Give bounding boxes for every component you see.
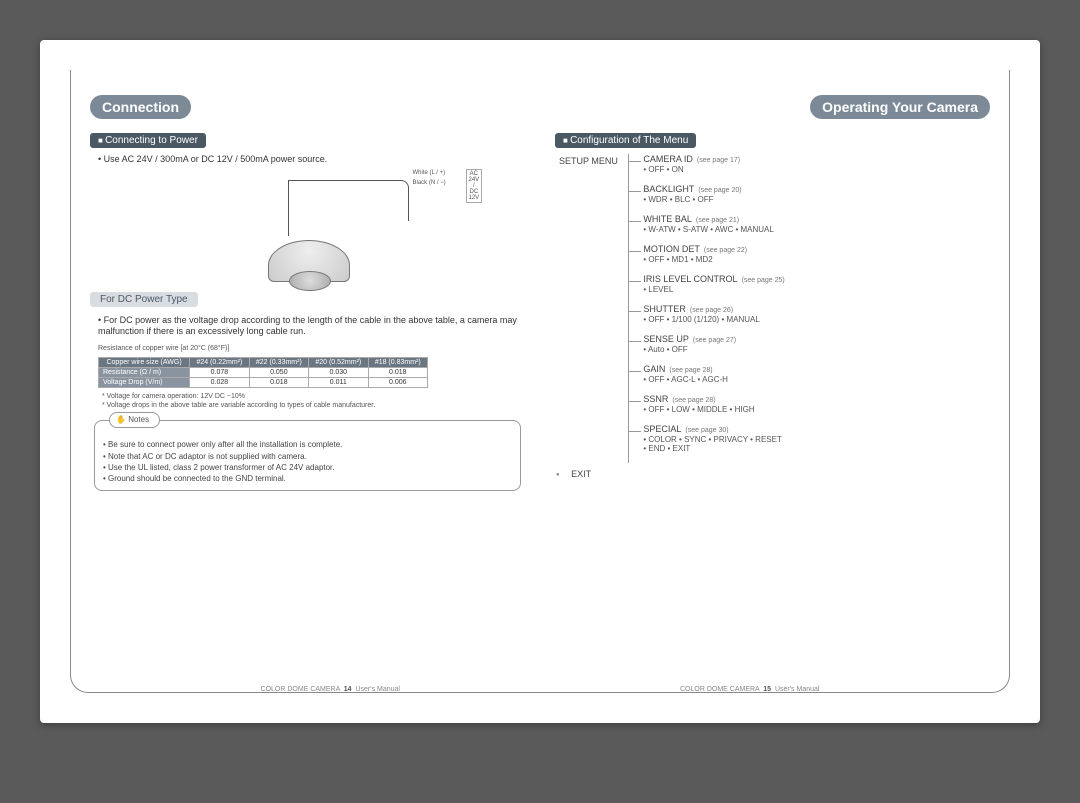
footer-label: User's Manual	[775, 686, 820, 693]
menu-item-options: • LEVEL	[643, 285, 784, 294]
wire-label-white: White (L / +)	[413, 170, 446, 176]
menu-tree-item: GAIN(see page 28)• OFF • AGC-L • AGC-H	[643, 364, 784, 384]
menu-item-title: SPECIAL(see page 30)	[643, 424, 784, 434]
menu-tree-item: SENSE UP(see page 27)• Auto • OFF	[643, 334, 784, 354]
th: #18 (0.83mm²)	[368, 358, 427, 368]
footnote-2: * Voltage drops in the above table are v…	[102, 401, 525, 410]
wire-label-black: Black (N / −)	[413, 180, 446, 186]
footer-product: COLOR DOME CAMERA	[680, 686, 759, 693]
footer-page-num: 15	[763, 686, 771, 693]
subheader-dc-power: For DC Power Type	[90, 292, 198, 307]
menu-tree-item: BACKLIGHT(see page 20)• WDR • BLC • OFF	[643, 184, 784, 204]
menu-item-options: • Auto • OFF	[643, 345, 784, 354]
menu-item-title: MOTION DET(see page 22)	[643, 244, 784, 254]
menu-item-options: • OFF • MD1 • MD2	[643, 255, 784, 264]
note-item: • Note that AC or DC adaptor is not supp…	[103, 451, 512, 462]
menu-item-page-ref: (see page 26)	[690, 307, 733, 314]
menu-item-options: • OFF • LOW • MIDDLE • HIGH	[643, 405, 784, 414]
menu-item-title: WHITE BAL(see page 21)	[643, 214, 784, 224]
left-page: Connection Connecting to Power • Use AC …	[90, 95, 525, 668]
page-footers: COLOR DOME CAMERA 14 User's Manual COLOR…	[40, 686, 1040, 693]
menu-item-page-ref: (see page 20)	[698, 187, 741, 194]
row-label: Resistance (Ω / m)	[99, 368, 190, 378]
footer-label: User's Manual	[355, 686, 400, 693]
menu-item-options: • COLOR • SYNC • PRIVACY • RESET • END •…	[643, 435, 784, 453]
menu-item-page-ref: (see page 30)	[685, 427, 728, 434]
menu-tree-items: CAMERA ID(see page 17)• OFF • ON BACKLIGH…	[628, 154, 784, 463]
spread-columns: Connection Connecting to Power • Use AC …	[90, 95, 990, 668]
cell: 0.006	[368, 378, 427, 388]
note-item: • Use the UL listed, class 2 power trans…	[103, 462, 512, 473]
cell: 0.050	[249, 368, 308, 378]
footnote-1: * Voltage for camera operation: 12V DC −…	[102, 392, 525, 401]
menu-tree-item: CAMERA ID(see page 17)• OFF • ON	[643, 154, 784, 174]
menu-item-title: SSNR(see page 28)	[643, 394, 784, 404]
menu-item-page-ref: (see page 25)	[742, 277, 785, 284]
menu-item-options: • W-ATW • S-ATW • AWC • MANUAL	[643, 225, 784, 234]
th: #20 (0.52mm²)	[309, 358, 368, 368]
menu-item-options: • OFF • 1/100 (1/120) • MANUAL	[643, 315, 784, 324]
menu-exit-row: EXIT	[559, 469, 990, 479]
power-spec-text: • Use AC 24V / 300mA or DC 12V / 500mA p…	[98, 154, 525, 166]
menu-tree-item: MOTION DET(see page 22)• OFF • MD1 • MD2	[643, 244, 784, 264]
manual-spread: Connection Connecting to Power • Use AC …	[40, 40, 1040, 723]
cell: 0.018	[249, 378, 308, 388]
th: #22 (0.33mm²)	[249, 358, 308, 368]
section-menu-config: Configuration of The Menu	[555, 133, 696, 148]
table-header-row: Copper wire size (AWG) #24 (0.22mm²) #22…	[99, 358, 428, 368]
cell: 0.030	[309, 368, 368, 378]
right-footer: COLOR DOME CAMERA 15 User's Manual	[680, 686, 819, 693]
notes-tab-label: Notes	[109, 412, 160, 427]
menu-tree-item: SPECIAL(see page 30)• COLOR • SYNC • PRI…	[643, 424, 784, 453]
section-connecting-power: Connecting to Power	[90, 133, 206, 148]
footer-product: COLOR DOME CAMERA	[261, 686, 340, 693]
cell: 0.011	[309, 378, 368, 388]
menu-item-options: • OFF • AGC-L • AGC-H	[643, 375, 784, 384]
menu-tree-item: SSNR(see page 28)• OFF • LOW • MIDDLE • …	[643, 394, 784, 414]
cell: 0.078	[190, 368, 249, 378]
row-label: Voltage Drop (V/m)	[99, 378, 190, 388]
th: Copper wire size (AWG)	[99, 358, 190, 368]
note-item: • Be sure to connect power only after al…	[103, 439, 512, 450]
right-page: Operating Your Camera Configuration of T…	[555, 95, 990, 668]
right-page-title: Operating Your Camera	[810, 95, 990, 119]
menu-tree-item: IRIS LEVEL CONTROL(see page 25)• LEVEL	[643, 274, 784, 294]
menu-item-title: SENSE UP(see page 27)	[643, 334, 784, 344]
menu-item-options: • WDR • BLC • OFF	[643, 195, 784, 204]
dome-camera-icon	[268, 240, 350, 282]
table-row: Voltage Drop (V/m) 0.028 0.018 0.011 0.0…	[99, 378, 428, 388]
menu-item-title: SHUTTER(see page 26)	[643, 304, 784, 314]
cell: 0.028	[190, 378, 249, 388]
menu-root-label: SETUP MENU	[559, 154, 618, 166]
menu-tree-item: WHITE BAL(see page 21)• W-ATW • S-ATW • …	[643, 214, 784, 234]
menu-item-page-ref: (see page 21)	[696, 217, 739, 224]
menu-item-title: CAMERA ID(see page 17)	[643, 154, 784, 164]
note-item: • Ground should be connected to the GND …	[103, 473, 512, 484]
left-footer: COLOR DOME CAMERA 14 User's Manual	[261, 686, 400, 693]
menu-exit-label: EXIT	[571, 469, 591, 479]
menu-item-page-ref: (see page 17)	[697, 157, 740, 164]
notes-box: Notes • Be sure to connect power only af…	[94, 420, 521, 491]
menu-item-page-ref: (see page 22)	[704, 247, 747, 254]
menu-item-page-ref: (see page 28)	[672, 397, 715, 404]
footer-page-num: 14	[344, 686, 352, 693]
left-page-title: Connection	[90, 95, 191, 119]
cell: 0.018	[368, 368, 427, 378]
dc-power-text: • For DC power as the voltage drop accor…	[98, 315, 525, 338]
menu-item-title: BACKLIGHT(see page 20)	[643, 184, 784, 194]
menu-item-page-ref: (see page 28)	[669, 367, 712, 374]
table-row: Resistance (Ω / m) 0.078 0.050 0.030 0.0…	[99, 368, 428, 378]
wire-table-caption: Resistance of copper wire [at 20°C (68°F…	[98, 344, 525, 353]
menu-item-options: • OFF • ON	[643, 165, 784, 174]
cable-line	[288, 180, 409, 221]
menu-tree: SETUP MENU CAMERA ID(see page 17)• OFF •…	[559, 154, 990, 479]
menu-item-page-ref: (see page 27)	[693, 337, 736, 344]
wire-resistance-table: Copper wire size (AWG) #24 (0.22mm²) #22…	[98, 357, 428, 388]
menu-item-title: GAIN(see page 28)	[643, 364, 784, 374]
power-rating-box: AC 24V / DC 12V	[466, 169, 483, 203]
camera-wiring-diagram: White (L / +) Black (N / −) AC 24V / DC …	[168, 172, 448, 282]
menu-item-title: IRIS LEVEL CONTROL(see page 25)	[643, 274, 784, 284]
th: #24 (0.22mm²)	[190, 358, 249, 368]
menu-tree-item: SHUTTER(see page 26)• OFF • 1/100 (1/120…	[643, 304, 784, 324]
